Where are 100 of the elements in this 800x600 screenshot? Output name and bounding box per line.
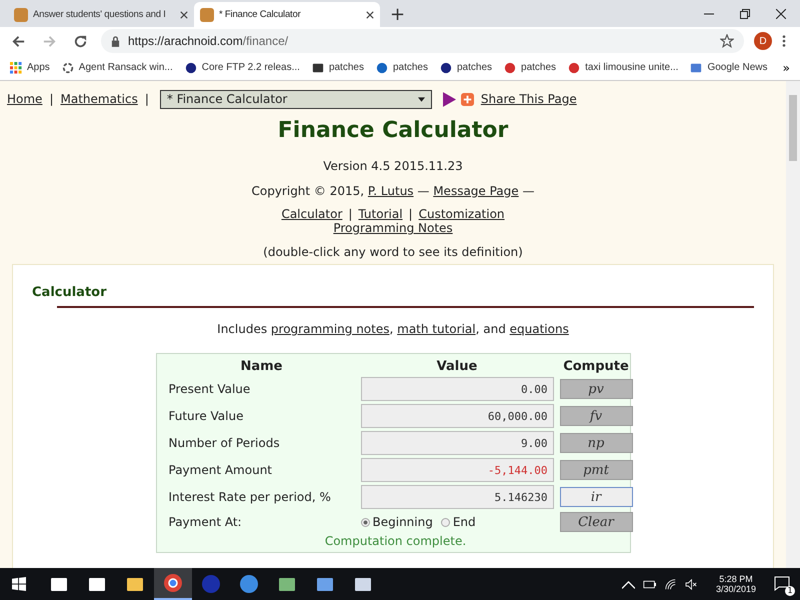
- text-link[interactable]: Message Page: [433, 184, 519, 198]
- radio-option[interactable]: Beginning: [360, 515, 433, 529]
- status-text: Computation complete.: [324, 534, 468, 548]
- value-field[interactable]: 0.00: [360, 377, 554, 401]
- doc-link[interactable]: Calculator: [281, 207, 342, 221]
- clear-button[interactable]: Clear: [560, 512, 632, 532]
- browser-tab[interactable]: Answer students' questions and I: [8, 2, 194, 27]
- separator: |: [408, 207, 413, 221]
- lock-icon: [111, 36, 120, 46]
- field-label: Present Value: [168, 382, 252, 396]
- bookmark-icon: [504, 62, 516, 74]
- app-icon: [163, 573, 183, 593]
- address-bar[interactable]: https://arachnoid.com/finance/: [101, 29, 744, 53]
- compute-button[interactable]: ir: [560, 487, 632, 507]
- bookmark-item[interactable]: Core FTP 2.2 releas...: [184, 62, 300, 74]
- profile-avatar[interactable]: D: [754, 32, 772, 50]
- bookmark-icon: [312, 62, 324, 74]
- radio-option[interactable]: End: [440, 515, 476, 529]
- notification-badge: 1: [785, 586, 795, 596]
- compute-button[interactable]: np: [560, 433, 632, 453]
- back-icon[interactable]: [11, 34, 26, 48]
- field-label: Number of Periods: [168, 436, 281, 450]
- bookmark-item[interactable]: Apps: [10, 62, 50, 74]
- browser-tab[interactable]: * Finance Calculator: [194, 2, 380, 27]
- battery-icon[interactable]: [642, 578, 656, 590]
- bookmark-icon: [376, 62, 388, 74]
- close-icon[interactable]: [180, 10, 188, 18]
- plus-icon[interactable]: [460, 92, 474, 106]
- doc-link[interactable]: Customization: [418, 207, 505, 221]
- text-link[interactable]: P. Lutus: [368, 184, 414, 198]
- scrollbar[interactable]: [786, 81, 800, 568]
- separator: |: [144, 92, 149, 106]
- includes-text: Includes programming notes, math tutorial, and equations: [216, 321, 570, 338]
- wifi-icon[interactable]: [664, 578, 677, 590]
- version-text: Version 4.5 2015.11.23: [322, 158, 464, 175]
- new-tab-button[interactable]: +: [380, 2, 416, 27]
- column-header: Compute: [562, 359, 630, 374]
- column-header: Name: [239, 359, 284, 374]
- value-field[interactable]: 9.00: [360, 431, 554, 455]
- compute-button[interactable]: pmt: [560, 460, 632, 480]
- page-title: Finance Calculator: [276, 117, 510, 145]
- share-link[interactable]: Share This Page: [480, 92, 577, 106]
- restore-icon[interactable]: [740, 9, 750, 19]
- text-link[interactable]: math tutorial: [397, 322, 476, 336]
- value-field[interactable]: 60,000.00: [360, 404, 554, 428]
- bookmark-item[interactable]: taxi limousine unite...: [568, 62, 678, 74]
- caret-icon: [418, 96, 425, 102]
- taskbar-app[interactable]: [154, 568, 192, 600]
- muted-speaker-icon[interactable]: [684, 578, 698, 590]
- column-header: Value: [436, 359, 478, 374]
- bookmark-icon: [62, 62, 74, 74]
- close-icon[interactable]: [776, 9, 786, 19]
- bookmark-item[interactable]: Agent Ransack win...: [62, 62, 173, 74]
- close-icon[interactable]: [366, 10, 374, 18]
- bookmark-icon: [184, 62, 197, 74]
- radio-button[interactable]: [360, 518, 370, 526]
- hint-text: (double-click any word to see its definition): [262, 244, 524, 261]
- bookmark-icon: [568, 62, 580, 74]
- clock[interactable]: 5:28 PM 3/30/2019: [716, 574, 756, 594]
- field-label: Interest Rate per period, %: [168, 490, 332, 504]
- bookmark-item[interactable]: Google News: [690, 62, 768, 74]
- compute-button[interactable]: pv: [560, 379, 632, 399]
- notifications-button[interactable]: 1: [774, 575, 792, 593]
- bookmark-star-icon[interactable]: [720, 34, 734, 48]
- radio-button[interactable]: [440, 518, 450, 526]
- grid-icon: [10, 62, 22, 74]
- bookmark-icon: [440, 62, 452, 74]
- nav-link[interactable]: Home: [7, 92, 42, 106]
- site-icon: [14, 8, 28, 22]
- value-field[interactable]: -5,144.00: [360, 458, 554, 482]
- page-dropdown[interactable]: * Finance Calculator: [160, 90, 432, 108]
- doc-link[interactable]: Tutorial: [358, 207, 403, 221]
- separator: |: [49, 92, 54, 106]
- chevron-up-icon[interactable]: [622, 578, 635, 590]
- bookmark-item[interactable]: patches: [376, 62, 428, 74]
- copyright-text: Copyright © 2015, P. Lutus — Message Page —: [250, 183, 536, 200]
- section-heading: Calculator: [32, 284, 108, 302]
- bookmark-item[interactable]: patches: [504, 62, 556, 74]
- text-link[interactable]: programming notes: [270, 322, 390, 336]
- bookmark-icon: [690, 62, 702, 74]
- bookmark-item[interactable]: patches: [440, 62, 492, 74]
- text-link[interactable]: equations: [510, 322, 569, 336]
- nav-link[interactable]: Mathematics: [60, 92, 138, 106]
- field-label: Payment At:: [168, 515, 243, 529]
- compute-button[interactable]: fv: [560, 406, 632, 426]
- field-label: Payment Amount: [168, 463, 274, 477]
- message-icon: [774, 575, 790, 591]
- bookmark-item[interactable]: patches: [312, 62, 364, 74]
- separator: |: [348, 207, 352, 221]
- play-icon[interactable]: [442, 92, 456, 106]
- reload-icon[interactable]: [73, 34, 88, 48]
- menu-icon[interactable]: [782, 34, 786, 48]
- doc-link[interactable]: Programming Notes: [333, 221, 453, 235]
- app-icon: [201, 574, 221, 594]
- value-field[interactable]: 5.146230: [360, 485, 554, 509]
- app-icon: [239, 574, 259, 594]
- more-bookmarks-button[interactable]: »: [782, 60, 790, 74]
- field-label: Future Value: [168, 409, 244, 423]
- site-icon: [200, 8, 214, 22]
- windows-icon[interactable]: [12, 577, 26, 591]
